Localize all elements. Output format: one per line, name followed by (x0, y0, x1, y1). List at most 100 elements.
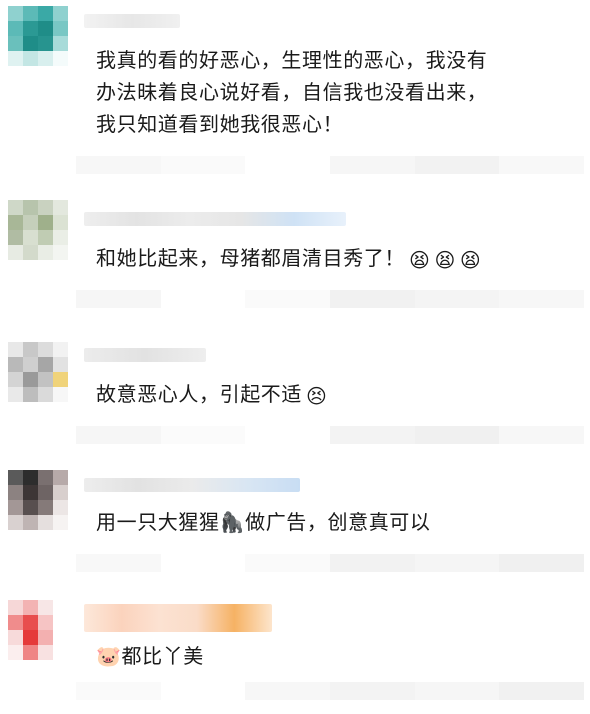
avatar-pixel (38, 615, 53, 630)
avatar-pixel (23, 485, 38, 500)
avatar-pixel (53, 357, 68, 372)
avatar-pixel (53, 245, 68, 260)
avatar-pixel (8, 245, 23, 260)
avatar[interactable] (8, 342, 68, 402)
avatar-pixel (53, 645, 68, 660)
avatar-pixel (23, 215, 38, 230)
avatar-pixel (8, 500, 23, 515)
avatar-pixel (8, 615, 23, 630)
comment-text: 和她比起来，母猪都眉清目秀了！ 😫 😫 😫 (96, 242, 481, 274)
avatar-pixel (38, 21, 53, 36)
avatar-pixel (38, 200, 53, 215)
avatar-pixel (38, 470, 53, 485)
avatar-pixel (38, 372, 53, 387)
avatar-pixel (38, 357, 53, 372)
avatar-pixel (8, 215, 23, 230)
avatar-pixel (23, 387, 38, 402)
avatar-pixel (23, 372, 38, 387)
avatar-pixel (53, 500, 68, 515)
avatar-pixel (53, 51, 68, 66)
tired-face-icon: 😫 (459, 248, 482, 272)
avatar-pixel (53, 372, 68, 387)
avatar-pixel (23, 600, 38, 615)
avatar-pixel (38, 36, 53, 51)
avatar-pixel (23, 342, 38, 357)
username-blurred[interactable] (84, 212, 346, 226)
avatar-pixel (8, 200, 23, 215)
avatar-pixel (23, 645, 38, 660)
avatar-pixel (8, 387, 23, 402)
avatar-pixel (23, 515, 38, 530)
avatar-pixel (8, 230, 23, 245)
angry-face-icon: 😣 (306, 384, 328, 408)
username-blurred[interactable] (84, 478, 300, 492)
avatar-pixel (23, 615, 38, 630)
tired-face-icon: 😫 (409, 248, 431, 272)
avatar-pixel (8, 645, 23, 660)
avatar[interactable] (8, 600, 68, 660)
comment-line: 我真的看的好恶心，生理性的恶心，我没有 (96, 48, 488, 72)
comment-meta-blurred (76, 682, 585, 700)
avatar-pixel (53, 215, 68, 230)
avatar-pixel (38, 500, 53, 515)
avatar[interactable] (8, 470, 68, 530)
avatar-pixel (8, 470, 23, 485)
avatar-pixel (53, 342, 68, 357)
avatar-pixel (8, 485, 23, 500)
avatar-pixel (23, 500, 38, 515)
comment-text: 故意恶心人，引起不适 😣 (96, 378, 327, 410)
comment-text: 🐷都比丫美 (96, 640, 204, 672)
avatar-pixel (53, 200, 68, 215)
avatar-pixel (38, 245, 53, 260)
avatar[interactable] (8, 200, 68, 260)
avatar-pixel (23, 51, 38, 66)
avatar-pixel (8, 630, 23, 645)
avatar-pixel (23, 357, 38, 372)
avatar-pixel (38, 515, 53, 530)
avatar-pixel (23, 200, 38, 215)
avatar-pixel (23, 470, 38, 485)
username-blurred[interactable] (84, 604, 272, 632)
avatar-pixel (38, 215, 53, 230)
avatar-pixel (38, 485, 53, 500)
avatar-pixel (53, 21, 68, 36)
avatar-pixel (53, 6, 68, 21)
avatar-pixel (23, 230, 38, 245)
avatar-pixel (53, 470, 68, 485)
avatar-pixel (8, 6, 23, 21)
avatar-pixel (53, 600, 68, 615)
avatar-pixel (38, 645, 53, 660)
tired-face-icon: 😫 (434, 248, 456, 272)
avatar-pixel (8, 357, 23, 372)
avatar-pixel (8, 372, 23, 387)
avatar-pixel (38, 230, 53, 245)
comment-line: 用一只大猩猩🦍做广告，创意真可以 (96, 510, 431, 534)
comment-text: 用一只大猩猩🦍做广告，创意真可以 (96, 506, 431, 538)
avatar-pixel (8, 36, 23, 51)
comment-line: 办法昧着良心说好看，自信我也没看出来， (96, 80, 488, 104)
avatar-pixel (53, 515, 68, 530)
avatar-pixel (8, 600, 23, 615)
avatar-pixel (38, 6, 53, 21)
comment-meta-blurred (76, 290, 585, 308)
comment-meta-blurred (76, 554, 585, 572)
avatar-pixel (8, 21, 23, 36)
avatar-pixel (38, 342, 53, 357)
avatar-pixel (23, 245, 38, 260)
avatar-pixel (53, 36, 68, 51)
avatar-pixel (23, 36, 38, 51)
comment-meta-blurred (76, 426, 585, 444)
avatar[interactable] (8, 6, 68, 66)
comment-line: 和她比起来，母猪都眉清目秀了！ (96, 246, 405, 270)
avatar-pixel (38, 387, 53, 402)
avatar-pixel (8, 515, 23, 530)
username-blurred[interactable] (84, 14, 180, 28)
avatar-pixel (8, 51, 23, 66)
avatar-pixel (53, 230, 68, 245)
avatar-pixel (53, 387, 68, 402)
comment-line: 我只知道看到她我很恶心！ (96, 112, 344, 136)
username-blurred[interactable] (84, 348, 206, 362)
avatar-pixel (23, 21, 38, 36)
avatar-pixel (53, 485, 68, 500)
comment-line: 故意恶心人，引起不适 (96, 382, 302, 406)
